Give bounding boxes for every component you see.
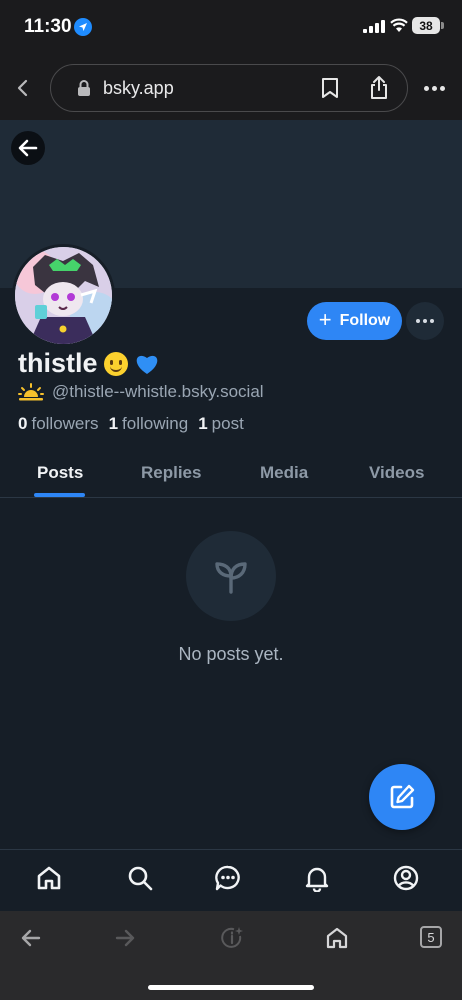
tab-replies[interactable]: Replies bbox=[141, 463, 201, 483]
active-tab-indicator bbox=[34, 493, 85, 497]
smile-emoji-icon bbox=[103, 351, 128, 376]
arrow-left-icon bbox=[18, 139, 38, 157]
empty-state-graphic bbox=[186, 531, 276, 621]
wifi-icon bbox=[390, 18, 408, 32]
following-count: 1 bbox=[108, 414, 119, 433]
status-bar: 11:30 38 bbox=[0, 0, 462, 56]
battery-tip bbox=[441, 22, 444, 29]
browser-back-icon[interactable] bbox=[14, 78, 32, 98]
profile-icon[interactable] bbox=[392, 864, 420, 892]
safari-forward-icon[interactable] bbox=[113, 926, 137, 950]
follow-label: Follow bbox=[339, 312, 391, 329]
home-indicator bbox=[148, 985, 314, 990]
following-label: following bbox=[122, 414, 189, 433]
bookmark-icon[interactable] bbox=[321, 77, 339, 99]
display-name: thistle bbox=[18, 348, 98, 378]
signal-icon bbox=[363, 20, 385, 33]
profile-more-button[interactable] bbox=[406, 302, 444, 340]
handle: @thistle--whistle.bsky.social bbox=[52, 382, 264, 401]
followers-label: followers bbox=[31, 414, 99, 433]
safari-home-icon[interactable] bbox=[325, 926, 349, 950]
lock-icon bbox=[78, 80, 90, 96]
sprout-icon bbox=[215, 562, 247, 594]
page-info-icon[interactable] bbox=[220, 926, 244, 950]
followers-stat[interactable]: 0 followers bbox=[18, 414, 99, 434]
notifications-icon[interactable] bbox=[303, 864, 331, 892]
url-text: bsky.app bbox=[103, 78, 174, 98]
location-arrow-icon bbox=[74, 18, 92, 36]
posts-stat: 1 post bbox=[198, 414, 244, 434]
tab-switcher-button[interactable]: 5 bbox=[420, 926, 442, 948]
chat-icon[interactable] bbox=[214, 864, 242, 892]
safari-toolbar: 5 bbox=[0, 911, 462, 1000]
avatar[interactable] bbox=[12, 244, 115, 347]
status-time: 11:30 bbox=[24, 16, 72, 37]
display-name-row: thistle bbox=[18, 348, 160, 379]
bottom-navigation bbox=[0, 849, 462, 911]
empty-state-message: No posts yet. bbox=[178, 644, 284, 664]
home-icon[interactable] bbox=[35, 864, 63, 892]
url-field[interactable]: bsky.app bbox=[50, 64, 408, 112]
battery-indicator: 38 bbox=[412, 17, 440, 34]
profile-stats: 0 followers 1 following 1 post bbox=[18, 414, 244, 434]
tab-media[interactable]: Media bbox=[260, 463, 308, 483]
sunrise-emoji-icon bbox=[18, 383, 44, 401]
tab-videos[interactable]: Videos bbox=[369, 463, 424, 483]
follow-button[interactable]: + Follow bbox=[307, 302, 402, 340]
browser-address-bar: bsky.app bbox=[0, 56, 462, 120]
posts-label: post bbox=[211, 414, 244, 433]
posts-count: 1 bbox=[198, 414, 208, 433]
compose-post-button[interactable] bbox=[369, 764, 435, 830]
back-button[interactable] bbox=[11, 131, 45, 165]
plus-icon: + bbox=[318, 307, 332, 332]
following-stat[interactable]: 1 following bbox=[109, 414, 189, 434]
search-icon[interactable] bbox=[126, 864, 154, 892]
share-icon[interactable] bbox=[369, 75, 389, 100]
blue-heart-emoji-icon bbox=[136, 355, 157, 374]
tab-posts[interactable]: Posts bbox=[37, 463, 83, 483]
safari-back-icon[interactable] bbox=[19, 926, 43, 950]
handle-row: @thistle--whistle.bsky.social bbox=[18, 382, 264, 402]
avatar-illustration bbox=[15, 247, 112, 344]
profile-tabs: Posts Replies Media Videos bbox=[0, 452, 462, 498]
compose-icon bbox=[390, 784, 415, 809]
followers-count: 0 bbox=[18, 414, 28, 433]
browser-more-icon[interactable] bbox=[424, 78, 446, 98]
